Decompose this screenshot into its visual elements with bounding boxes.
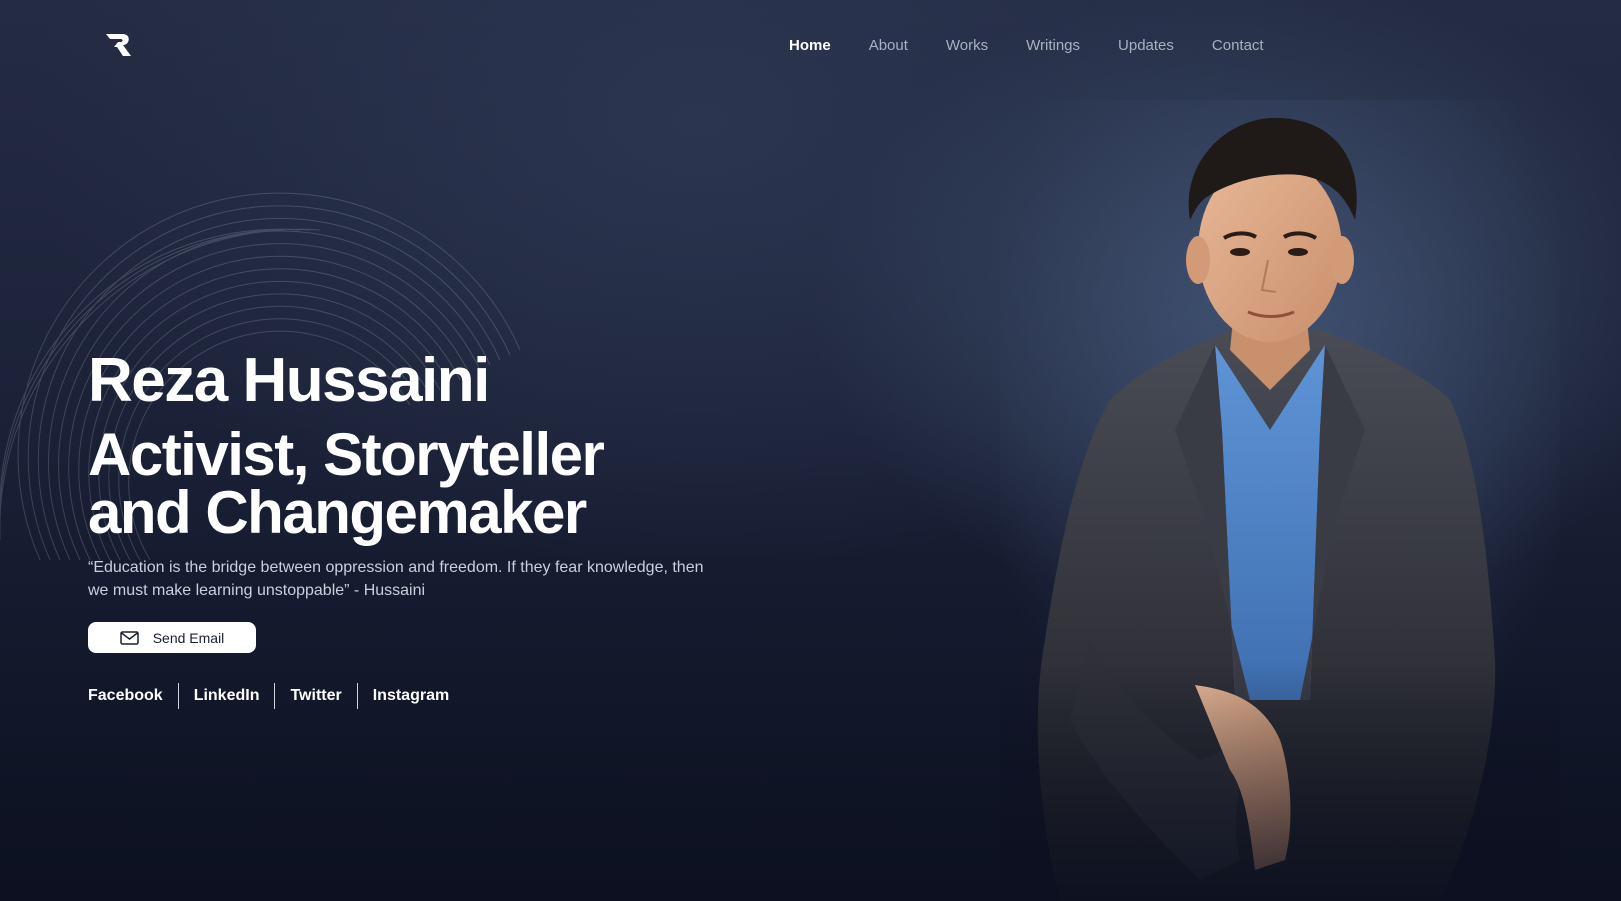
send-email-label: Send Email — [152, 629, 225, 646]
portrait-photo — [1000, 100, 1560, 901]
hero-role: Activist, Storyteller and Changemaker — [88, 425, 748, 543]
hero-quote: “Education is the bridge between oppress… — [88, 559, 704, 599]
social-instagram-link[interactable]: Instagram — [356, 683, 464, 709]
hero-role-line-1: Activist, Storyteller — [88, 421, 605, 488]
social-linkedin-link[interactable]: LinkedIn — [177, 683, 275, 709]
hero-role-line-2: and Changemaker — [88, 479, 587, 546]
site-logo[interactable] — [104, 30, 134, 60]
nav-updates[interactable]: Updates — [1109, 31, 1183, 60]
nav-writings[interactable]: Writings — [1017, 31, 1089, 60]
nav-contact[interactable]: Contact — [1203, 31, 1273, 60]
social-twitter-link[interactable]: Twitter — [274, 683, 356, 709]
logo-mark-icon — [106, 34, 131, 56]
mail-icon — [119, 630, 139, 645]
hero-section: Reza Hussaini Activist, Storyteller and … — [88, 348, 748, 709]
social-links: Facebook LinkedIn Twitter Instagram — [88, 683, 748, 709]
nav-works[interactable]: Works — [937, 31, 997, 60]
send-email-button[interactable]: Send Email — [88, 622, 256, 653]
main-nav: Home About Works Writings Updates Contac… — [780, 30, 1293, 60]
nav-home[interactable]: Home — [780, 31, 840, 60]
nav-about[interactable]: About — [860, 31, 917, 60]
social-facebook-link[interactable]: Facebook — [88, 683, 178, 709]
hero-name: Reza Hussaini — [88, 346, 490, 415]
